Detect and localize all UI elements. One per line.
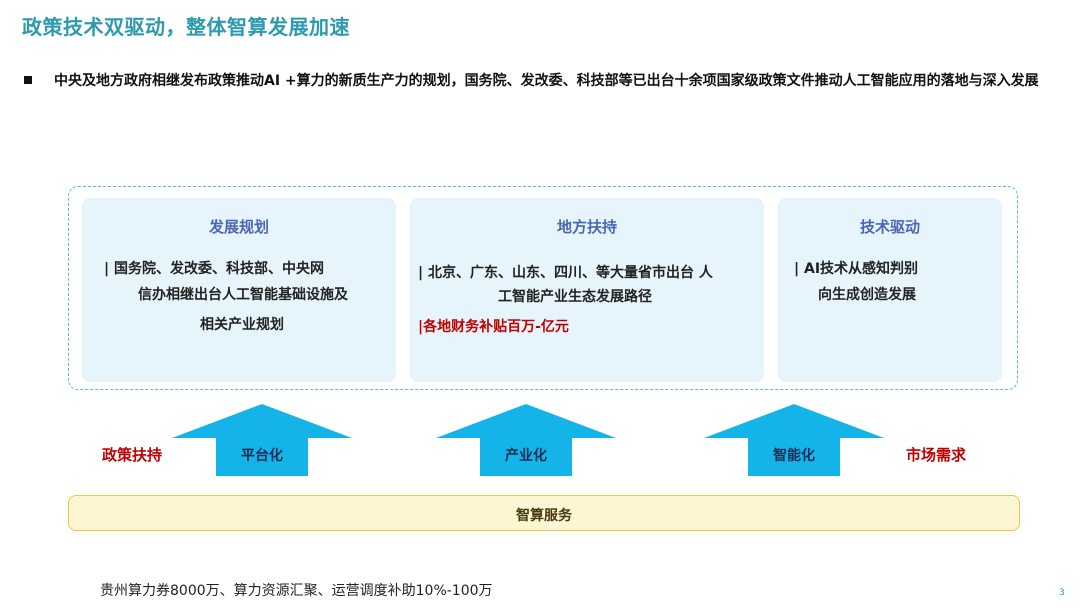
page-title: 政策技术双驱动，整体智算发展加速 xyxy=(22,15,350,39)
card-line: 信办相继出台人工智能基础设施及 xyxy=(138,287,348,303)
card-line: | 国务院、发改委、科技部、中央网 xyxy=(104,261,324,277)
up-arrow-icon xyxy=(436,404,616,476)
card-line: | AI技术从感知判别 xyxy=(794,261,919,277)
card-development-planning: 发展规划 | 国务院、发改委、科技部、中央网 信办相继出台人工智能基础设施及 相… xyxy=(82,198,396,382)
service-label: 智算服务 xyxy=(516,508,572,524)
policy-support-label: 政策扶持 xyxy=(102,446,163,464)
card-title: 技术驱动 xyxy=(859,218,920,236)
card-line: | 北京、广东、山东、四川、等大量省市出台 人 xyxy=(418,265,713,281)
card-line: 相关产业规划 xyxy=(200,317,284,333)
card-title: 地方扶持 xyxy=(556,218,617,236)
bullet-square-icon xyxy=(24,76,32,84)
computing-service-bar: 智算服务 xyxy=(68,495,1020,531)
arrow-label: 平台化 xyxy=(241,448,283,464)
up-arrow-icon xyxy=(172,404,352,476)
page-number: 3 xyxy=(1059,588,1065,598)
arrow-label: 产业化 xyxy=(505,448,547,464)
footnote: 贵州算力券8000万、算力资源汇聚、运营调度补助10%-100万 xyxy=(100,583,493,599)
bullet-text: 中央及地方政府相继发布政策推动AI +算力的新质生产力的规划，国务院、发改委、科… xyxy=(54,73,1039,89)
card-local-support: 地方扶持 | 北京、广东、山东、四川、等大量省市出台 人 工智能产业生态发展路径… xyxy=(410,198,764,382)
arrow-label: 智能化 xyxy=(773,448,815,464)
bullet-point: 中央及地方政府相继发布政策推动AI +算力的新质生产力的规划，国务院、发改委、科… xyxy=(24,70,1064,92)
arrow-intelligence: 智能化 xyxy=(704,404,884,476)
arrow-industry: 产业化 xyxy=(436,404,616,476)
arrow-platform: 平台化 xyxy=(172,404,352,476)
market-demand-label: 市场需求 xyxy=(906,446,967,464)
card-line: 工智能产业生态发展路径 xyxy=(498,289,652,305)
up-arrow-icon xyxy=(704,404,884,476)
card-title: 发展规划 xyxy=(208,218,269,236)
card-line-highlight: |各地财务补贴百万-亿元 xyxy=(418,319,569,335)
card-line: 向生成创造发展 xyxy=(818,287,916,303)
card-tech-driven: 技术驱动 | AI技术从感知判别 向生成创造发展 xyxy=(778,198,1002,382)
